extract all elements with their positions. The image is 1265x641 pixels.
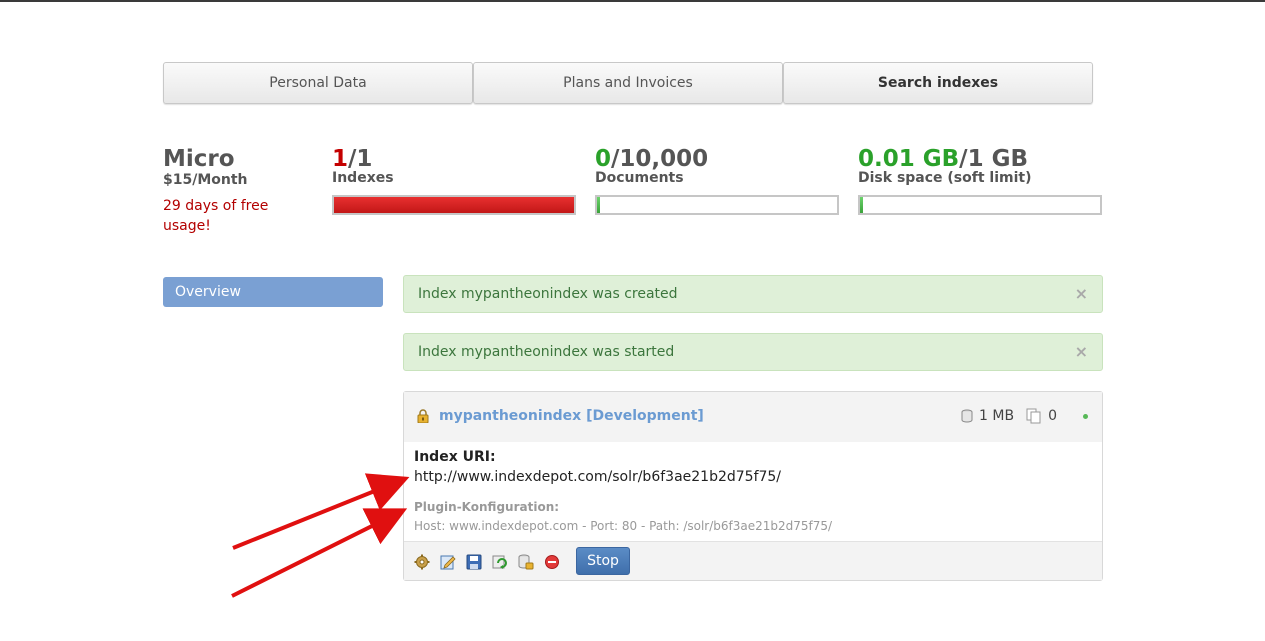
index-toolbar: Stop [404, 541, 1102, 580]
disk-progress-fill [860, 197, 863, 213]
plugin-config-label: Plugin-Konfiguration: [414, 500, 560, 514]
edit-icon[interactable] [440, 554, 456, 570]
disk-progress-bar [858, 195, 1102, 215]
lock-icon [417, 409, 429, 423]
indexes-label: Indexes [332, 170, 394, 186]
arrow-to-uri [232, 473, 410, 550]
plugin-config-value: Host: www.indexdepot.com - Port: 80 - Pa… [414, 519, 833, 533]
disk-stat: 0.01 GB/1 GB Disk space (soft limit) [858, 146, 1032, 186]
plan-price: $15/Month [163, 172, 248, 188]
alert-text: Index mypantheonindex was started [418, 344, 675, 360]
indexes-progress-bar [332, 195, 576, 215]
alert-index-created: Index mypantheonindex was created × [403, 275, 1103, 313]
index-uri-label: Index URI: [414, 449, 496, 465]
indexes-limit: /1 [348, 146, 373, 172]
index-uri-value: http://www.indexdepot.com/solr/b6f3ae21b… [414, 469, 782, 485]
alert-index-started: Index mypantheonindex was started × [403, 333, 1103, 371]
documents-progress-bar [595, 195, 839, 215]
indexes-stat: 1/1 Indexes [332, 146, 394, 186]
documents-used: 0 [595, 146, 612, 172]
tab-search-indexes[interactable]: Search indexes [783, 62, 1093, 104]
tab-personal-data[interactable]: Personal Data [163, 62, 473, 104]
documents-icon [1026, 408, 1041, 424]
delete-icon[interactable] [544, 554, 560, 570]
reload-icon[interactable] [492, 554, 508, 570]
disk-used: 0.01 GB [858, 146, 960, 172]
save-icon[interactable] [466, 554, 482, 570]
index-panel: mypantheonindex [Development] 1 MB 0 Ind… [403, 391, 1103, 581]
tab-plans-and-invoices[interactable]: Plans and Invoices [473, 62, 783, 104]
status-indicator-icon [1083, 413, 1088, 419]
top-border [0, 0, 1265, 2]
disk-label: Disk space (soft limit) [858, 170, 1032, 186]
index-panel-header: mypantheonindex [Development] 1 MB 0 [404, 392, 1102, 442]
free-usage-notice: 29 days of free usage! [163, 198, 269, 234]
stop-button[interactable]: Stop [576, 547, 630, 575]
alert-text: Index mypantheonindex was created [418, 286, 678, 302]
arrow-to-plugin-config [231, 508, 408, 598]
index-name-link[interactable]: mypantheonindex [Development] [439, 408, 704, 424]
disk-limit: /1 GB [959, 146, 1028, 172]
close-icon[interactable]: × [1075, 334, 1088, 370]
sidebar-item-overview[interactable]: Overview [163, 277, 383, 307]
settings-icon[interactable] [414, 554, 430, 570]
documents-limit: /10,000 [611, 146, 709, 172]
documents-label: Documents [595, 170, 684, 186]
documents-stat: 0/10,000 Documents [595, 146, 708, 186]
indexes-used: 1 [332, 146, 349, 172]
lock-database-icon[interactable] [518, 554, 534, 570]
close-icon[interactable]: × [1075, 276, 1088, 312]
index-doc-count: 0 [1048, 408, 1057, 424]
documents-progress-fill [597, 197, 600, 213]
indexes-progress-fill [334, 197, 574, 213]
index-size: 1 MB [979, 408, 1015, 424]
plan-name: Micro [163, 146, 235, 172]
index-meta: 1 MB 0 [961, 408, 1088, 424]
database-icon [961, 409, 973, 423]
